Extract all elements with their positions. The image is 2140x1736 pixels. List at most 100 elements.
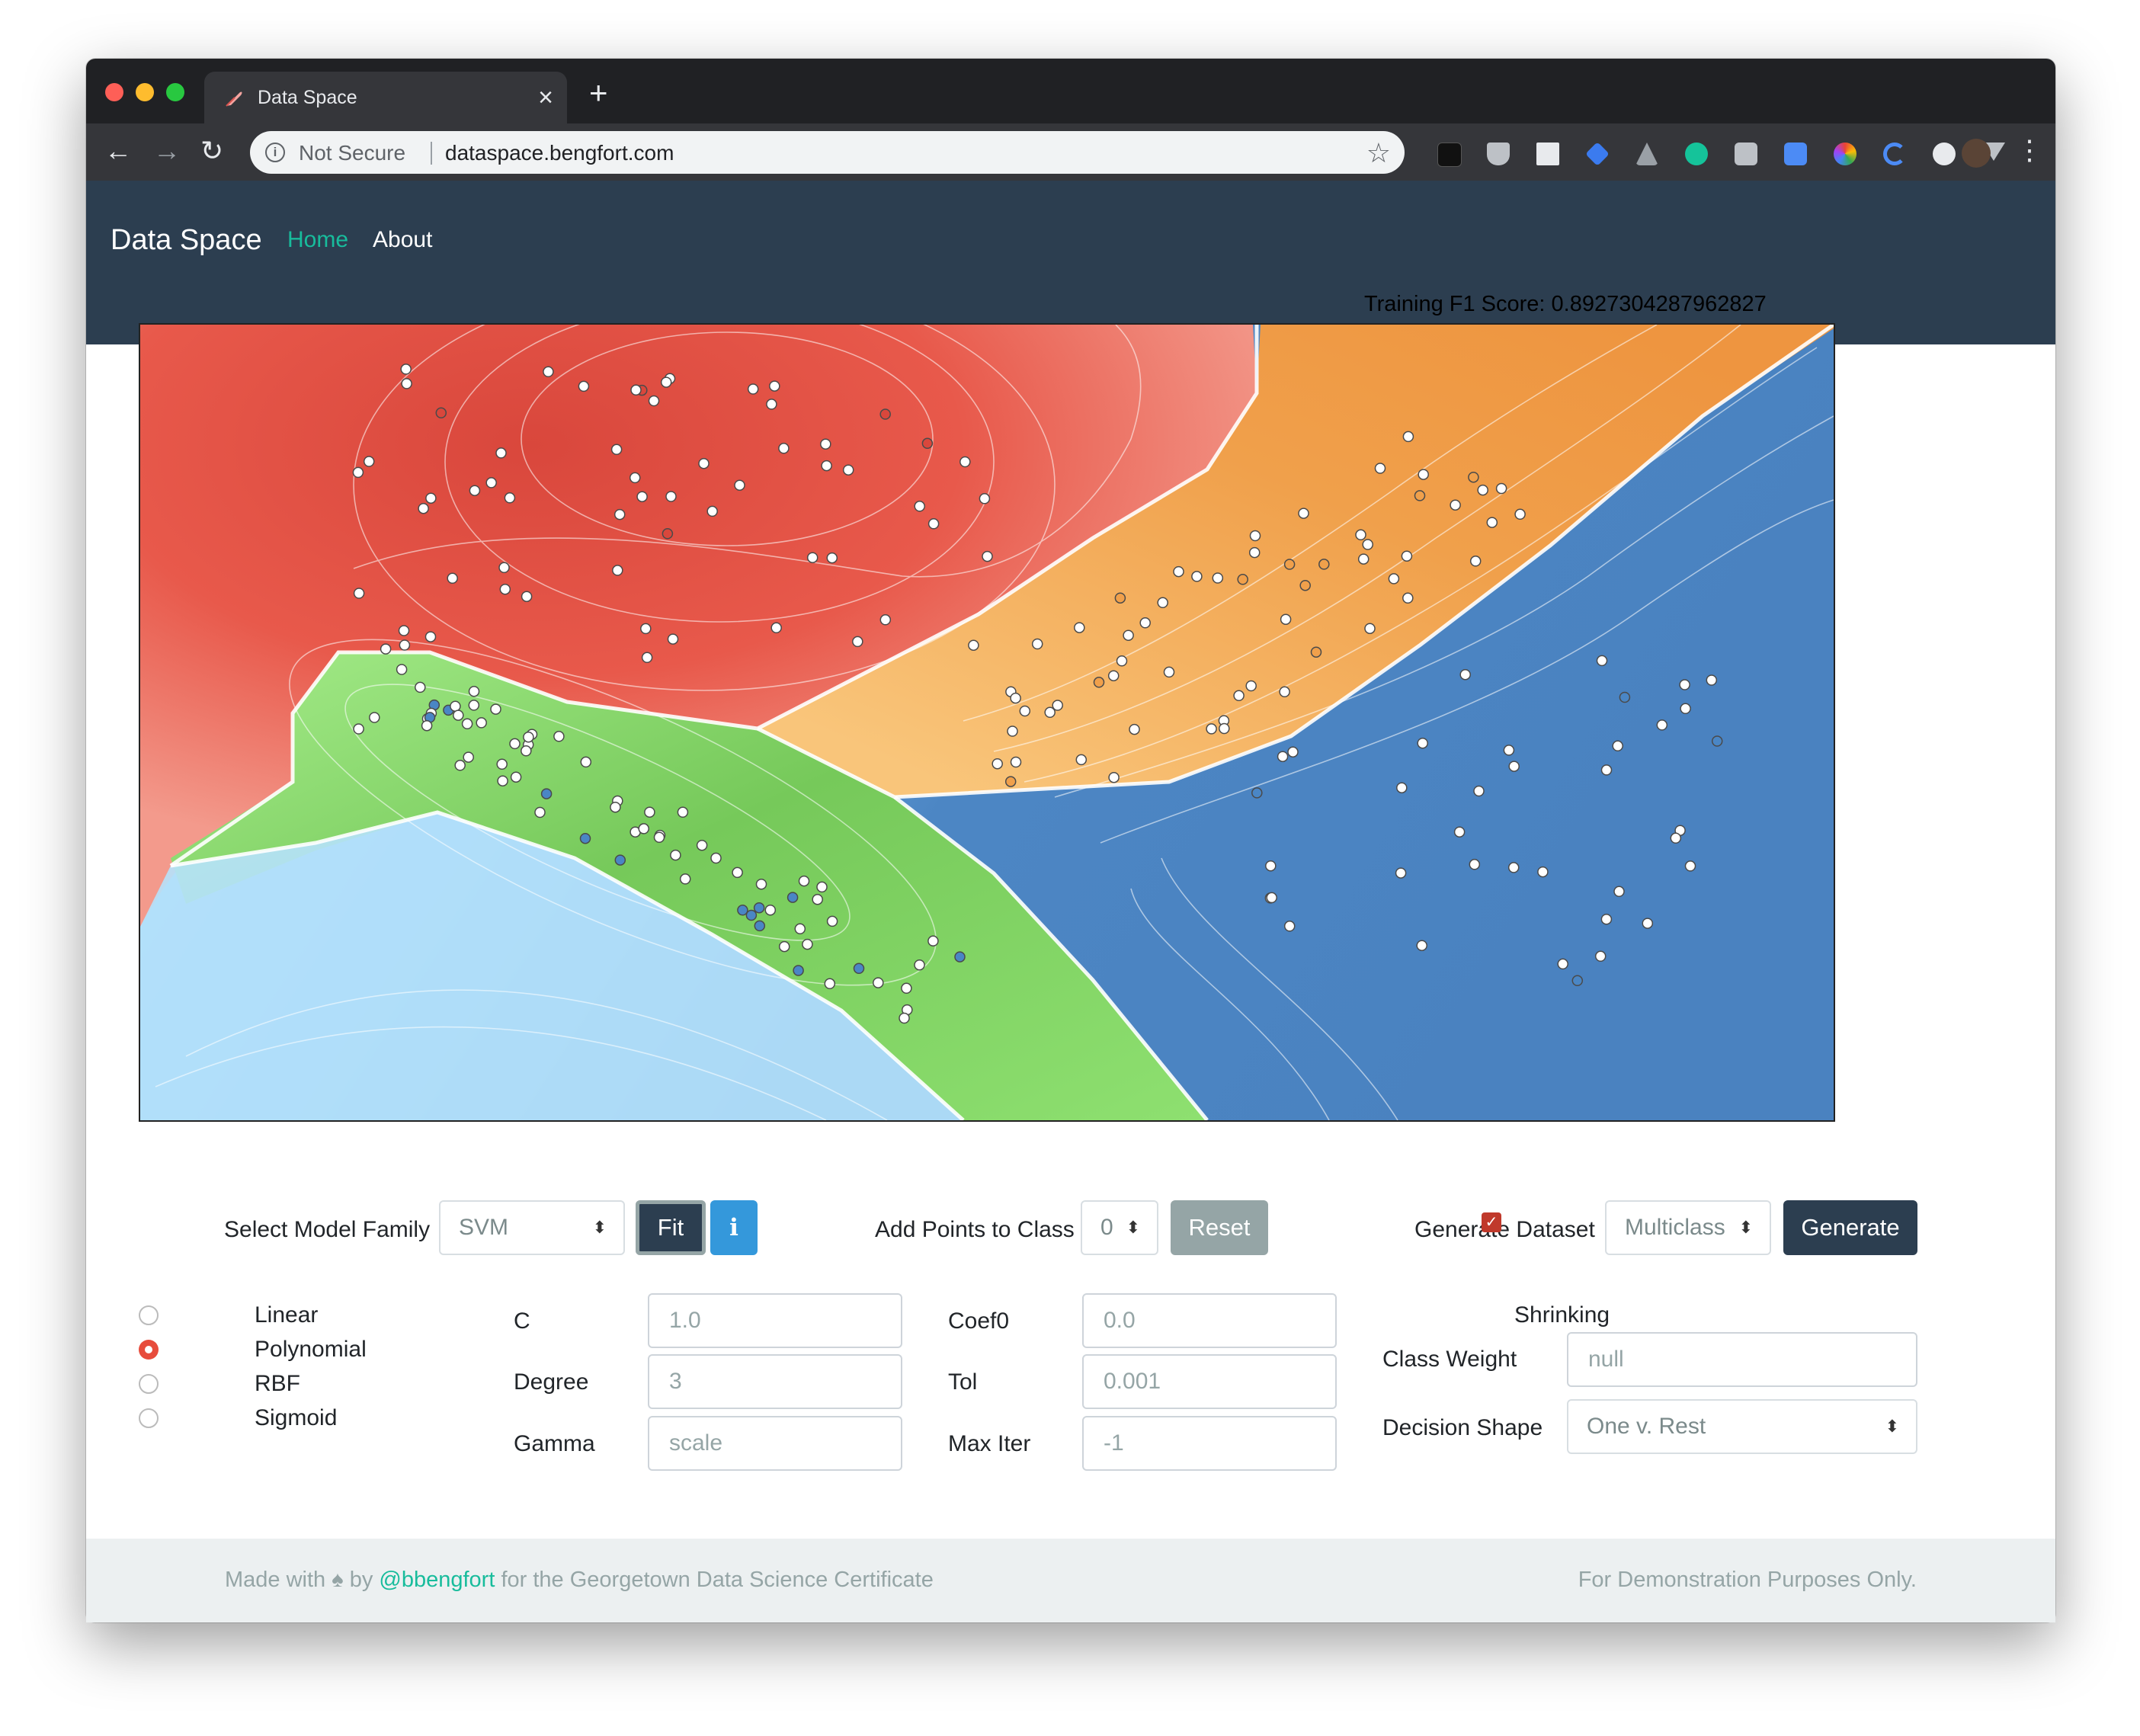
degree-label: Degree (514, 1369, 589, 1395)
page-extension-icon[interactable] (1536, 143, 1559, 165)
radio-rbf[interactable] (139, 1374, 159, 1394)
sample-point (1374, 463, 1386, 474)
footer-disclaimer: For Demonstration Purposes Only. (1578, 1568, 1917, 1592)
max-iter-input[interactable]: -1 (1082, 1416, 1337, 1471)
c-extension-icon[interactable] (1883, 143, 1906, 165)
sample-point (660, 376, 672, 388)
sample-point (498, 562, 510, 574)
browser-tab[interactable]: Data Space × (204, 72, 567, 123)
model-family-select[interactable]: SVM ⬍ (439, 1200, 625, 1255)
profile-avatar[interactable] (1962, 139, 1991, 168)
color-wheel-extension-icon[interactable] (1834, 143, 1856, 165)
sample-point (510, 771, 522, 783)
shield-extension-icon[interactable] (1487, 143, 1510, 165)
markdown-extension-icon[interactable] (1437, 143, 1462, 167)
sample-point (778, 443, 790, 454)
sample-point (1157, 597, 1168, 609)
sample-point (802, 938, 813, 950)
sample-point (1206, 723, 1217, 735)
sample-point (1684, 860, 1696, 872)
decision-surface-svg[interactable] (140, 325, 1834, 1120)
fit-button[interactable]: Fit (636, 1200, 706, 1255)
sample-point (820, 438, 831, 450)
sample-point (1416, 940, 1427, 951)
info-icon[interactable]: i (265, 143, 285, 162)
sample-point (1395, 867, 1407, 879)
dataset-type-select[interactable]: Multiclass ⬍ (1605, 1200, 1771, 1255)
sample-point (1486, 517, 1498, 528)
sample-point (1251, 787, 1263, 799)
address-bar[interactable]: i Not Secure dataspace.bengfort.com ☆ (250, 131, 1405, 174)
tab-strip: Data Space × + (86, 59, 2055, 123)
decision-boundary-plot[interactable] (139, 323, 1835, 1122)
radio-sigmoid[interactable] (139, 1408, 159, 1428)
sample-point (899, 1012, 910, 1024)
drive-extension-icon[interactable] (1635, 143, 1658, 165)
coef0-label: Coef0 (948, 1308, 1010, 1334)
minimize-window-button[interactable] (136, 83, 154, 101)
shrinking-checkbox[interactable]: ✓ (1482, 1212, 1501, 1232)
nav-link-home[interactable]: Home (287, 227, 348, 253)
sample-point (363, 456, 375, 467)
new-tab-icon[interactable]: + (589, 75, 608, 111)
back-icon[interactable]: ← (104, 134, 132, 168)
class-weight-input[interactable]: null (1567, 1332, 1917, 1387)
reload-icon[interactable]: ↻ (200, 134, 223, 168)
record-extension-icon[interactable] (1933, 143, 1956, 165)
close-tab-icon[interactable]: × (538, 82, 553, 113)
sample-point (636, 491, 648, 502)
diamond-extension-icon[interactable] (1585, 142, 1610, 166)
dataset-type-value: Multiclass (1625, 1215, 1725, 1240)
maximize-window-button[interactable] (166, 83, 184, 101)
kernel-linear-label[interactable]: Linear (255, 1302, 318, 1328)
screen-extension-icon[interactable] (1735, 143, 1757, 165)
radio-linear[interactable] (139, 1305, 159, 1325)
tol-label: Tol (948, 1369, 978, 1395)
forward-icon[interactable]: → (153, 134, 181, 168)
sample-point (679, 873, 691, 885)
sample-point (553, 731, 565, 742)
c-input[interactable]: 1.0 (648, 1293, 902, 1348)
sample-point (1249, 530, 1261, 542)
url-text[interactable]: dataspace.bengfort.com (445, 141, 674, 165)
sample-point (1596, 655, 1608, 667)
sample-point (914, 959, 925, 971)
generate-button[interactable]: Generate (1783, 1200, 1917, 1255)
reader-extension-icon[interactable] (1784, 143, 1807, 165)
twitter-link[interactable]: @bbengfort (379, 1568, 495, 1592)
kernel-polynomial-label[interactable]: Polynomial (255, 1337, 367, 1363)
decision-shape-select[interactable]: One v. Rest ⬍ (1567, 1399, 1917, 1454)
grammarly-extension-icon[interactable] (1685, 143, 1708, 165)
info-button[interactable]: i (710, 1200, 758, 1255)
brand-title[interactable]: Data Space (111, 224, 262, 257)
tol-input[interactable]: 0.001 (1082, 1354, 1337, 1409)
browser-menu-icon[interactable]: ⋮ (2016, 135, 2043, 165)
sample-point (1265, 860, 1277, 872)
sample-point (476, 717, 487, 729)
sample-point (1418, 469, 1429, 480)
kernel-sigmoid-label[interactable]: Sigmoid (255, 1405, 337, 1431)
close-window-button[interactable] (105, 83, 123, 101)
coef0-input[interactable]: 0.0 (1082, 1293, 1337, 1348)
add-points-select[interactable]: 0 ⬍ (1081, 1200, 1158, 1255)
reset-button[interactable]: Reset (1171, 1200, 1268, 1255)
sample-point (1279, 686, 1290, 698)
radio-polynomial[interactable] (139, 1340, 159, 1360)
degree-input[interactable]: 3 (648, 1354, 902, 1409)
sample-point (435, 407, 447, 419)
sample-point (879, 408, 891, 420)
sample-point (463, 751, 474, 763)
kernel-rbf-label[interactable]: RBF (255, 1371, 300, 1397)
sample-point (1233, 690, 1245, 702)
gamma-input[interactable]: scale (648, 1416, 902, 1471)
sample-point (1507, 862, 1520, 873)
nav-link-about[interactable]: About (373, 227, 432, 253)
sample-point (523, 731, 534, 743)
sample-point (710, 852, 722, 864)
sample-point (1283, 921, 1296, 932)
training-f1-score: Training F1 Score: 0.8927304287962827 (1364, 292, 1767, 316)
shrinking-label[interactable]: Shrinking (1514, 1302, 1610, 1328)
sample-point (648, 395, 660, 407)
sample-point (610, 801, 621, 813)
bookmark-star-icon[interactable]: ☆ (1366, 137, 1391, 169)
